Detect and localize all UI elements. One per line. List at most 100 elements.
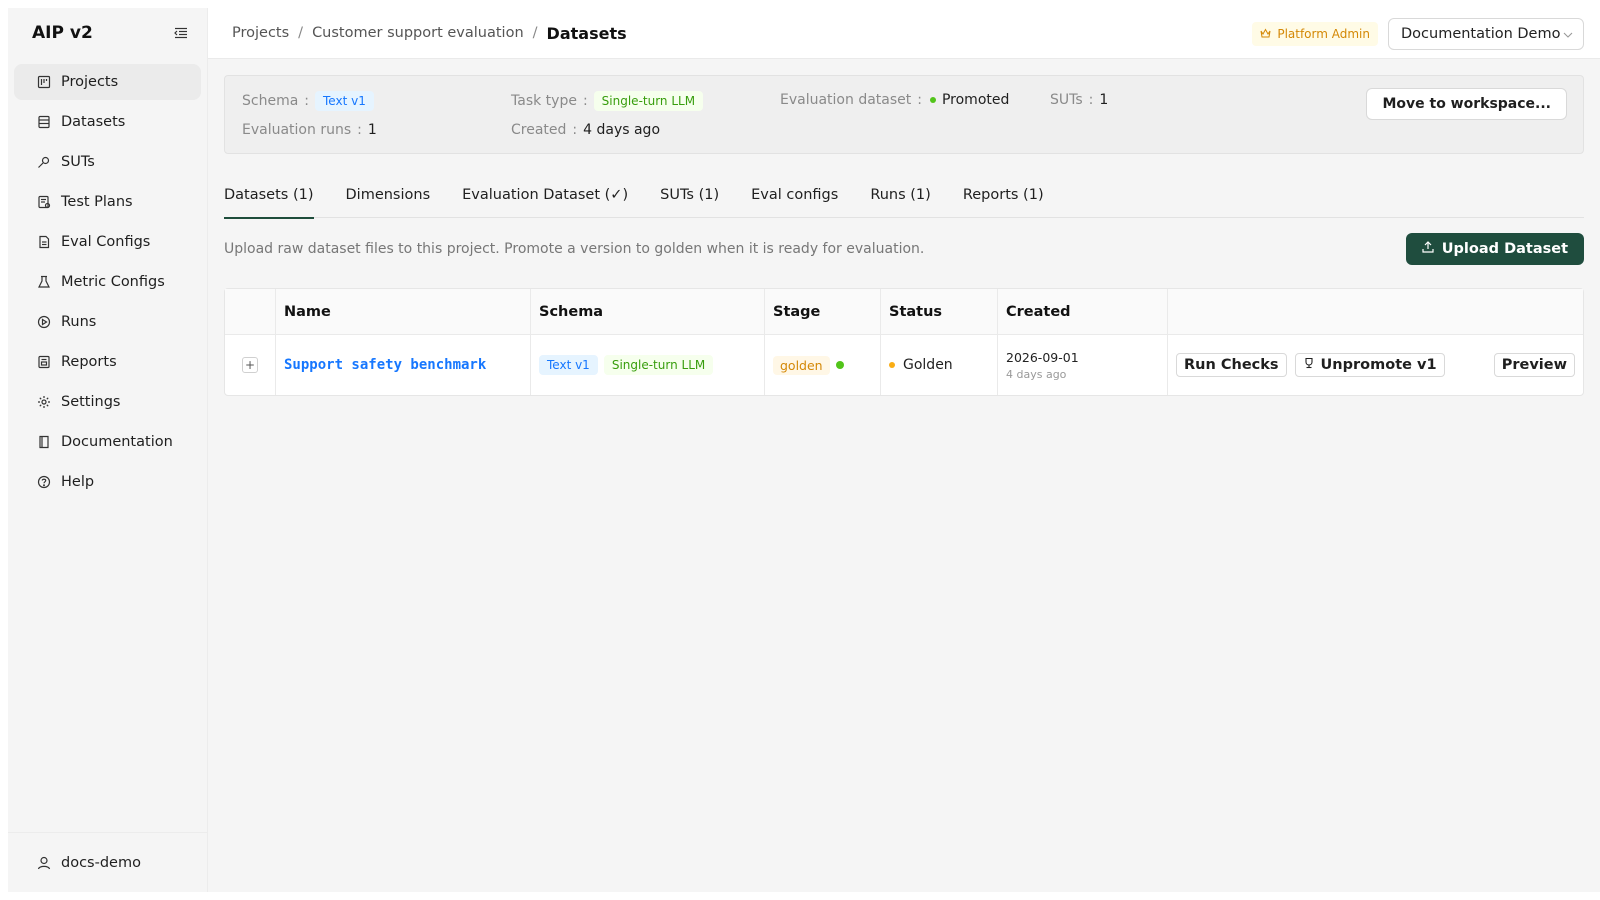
sidebar-item-runs[interactable]: Runs bbox=[14, 304, 201, 340]
summary-eval-dataset-value: Promoted bbox=[941, 92, 1010, 108]
tab-evaluation-dataset[interactable]: Evaluation Dataset (✓) bbox=[462, 176, 628, 218]
user-section: docs-demo bbox=[8, 832, 207, 892]
created-date: 2026-09-01 bbox=[1006, 349, 1079, 365]
breadcrumb-projects[interactable]: Projects bbox=[232, 25, 289, 41]
sidebar-item-label: Runs bbox=[61, 314, 97, 330]
breadcrumb-separator: / bbox=[298, 25, 304, 41]
label-colon: : bbox=[304, 93, 310, 109]
stage-status-dot bbox=[835, 361, 844, 369]
tab-datasets[interactable]: Datasets (1) bbox=[224, 176, 314, 219]
label-colon: : bbox=[582, 93, 588, 109]
column-header-status: Status bbox=[881, 289, 998, 334]
sidebar-item-settings[interactable]: Settings bbox=[14, 384, 201, 420]
tab-suts[interactable]: SUTs (1) bbox=[660, 176, 719, 218]
sidebar-item-label: Settings bbox=[61, 394, 121, 410]
workspace-select[interactable]: Documentation Demo bbox=[1388, 18, 1584, 50]
status-cell: Golden bbox=[881, 335, 998, 395]
upload-icon bbox=[1422, 241, 1434, 257]
stage-cell: golden bbox=[765, 335, 881, 395]
move-to-workspace-button[interactable]: Move to workspace... bbox=[1366, 88, 1567, 120]
dataset-name-link[interactable]: Support safety benchmark bbox=[284, 357, 486, 373]
page-content: Schema: Text v1 Task type: Single-turn L… bbox=[208, 59, 1600, 396]
column-header-actions bbox=[1168, 289, 1583, 334]
brand-header: AIP v2 bbox=[8, 8, 207, 58]
projects-icon bbox=[37, 75, 51, 89]
label-colon: : bbox=[572, 122, 578, 138]
test-plans-icon bbox=[37, 195, 51, 209]
sidebar-item-eval-configs[interactable]: Eval Configs bbox=[14, 224, 201, 260]
eval-configs-icon bbox=[37, 235, 51, 249]
user-icon bbox=[37, 856, 51, 870]
summary-suts-value: 1 bbox=[1099, 92, 1109, 108]
upload-dataset-button[interactable]: Upload Dataset bbox=[1405, 233, 1584, 265]
sidebar-item-label: Projects bbox=[61, 74, 119, 90]
collapse-sidebar-icon[interactable] bbox=[173, 26, 189, 40]
app-title: AIP v2 bbox=[32, 23, 93, 43]
tab-dimensions[interactable]: Dimensions bbox=[346, 176, 431, 218]
status-text: Golden bbox=[903, 357, 953, 373]
expand-row-icon[interactable]: + bbox=[242, 357, 258, 373]
label-colon: : bbox=[357, 122, 362, 138]
label-colon: : bbox=[917, 92, 922, 108]
suts-icon bbox=[37, 155, 51, 169]
preview-button[interactable]: Preview bbox=[1493, 353, 1575, 377]
summary-runs-value: 1 bbox=[367, 122, 377, 138]
book-icon bbox=[37, 435, 51, 449]
summary-runs: Evaluation runs: 1 bbox=[242, 122, 377, 138]
unpromote-label: Unpromote v1 bbox=[1320, 357, 1437, 373]
page-title: Datasets bbox=[546, 23, 627, 43]
datasets-description: Upload raw dataset files to this project… bbox=[224, 241, 925, 257]
schema-tag: Text v1 bbox=[315, 91, 374, 111]
schema-tag: Text v1 bbox=[539, 355, 598, 375]
reports-icon bbox=[37, 355, 51, 369]
breadcrumb-project[interactable]: Customer support evaluation bbox=[312, 25, 524, 41]
sidebar-item-label: SUTs bbox=[61, 154, 95, 170]
sidebar-item-help[interactable]: Help bbox=[14, 464, 201, 500]
datasets-toolbar: Upload raw dataset files to this project… bbox=[224, 218, 1584, 280]
sidebar-item-datasets[interactable]: Datasets bbox=[14, 104, 201, 140]
sidebar-item-projects[interactable]: Projects bbox=[14, 64, 201, 100]
sidebar-item-label: Metric Configs bbox=[61, 274, 165, 290]
sidebar-item-suts[interactable]: SUTs bbox=[14, 144, 201, 180]
name-cell: Support safety benchmark bbox=[276, 335, 531, 395]
sidebar-item-label: Reports bbox=[61, 354, 117, 370]
sidebar-item-label: Eval Configs bbox=[61, 234, 151, 250]
crown-icon bbox=[1260, 27, 1271, 41]
top-bar: Projects / Customer support evaluation /… bbox=[208, 8, 1600, 59]
sidebar-item-metric-configs[interactable]: Metric Configs bbox=[14, 264, 201, 300]
metric-configs-icon bbox=[37, 275, 51, 289]
summary-task-type: Task type: Single-turn LLM bbox=[511, 91, 704, 111]
sidebar-item-label: Help bbox=[61, 474, 95, 490]
user-menu[interactable]: docs-demo bbox=[14, 845, 201, 881]
label-colon: : bbox=[1088, 92, 1094, 108]
summary-eval-dataset-label: Evaluation dataset bbox=[780, 92, 912, 108]
task-type-tag: Single-turn LLM bbox=[603, 355, 714, 375]
sidebar-item-documentation[interactable]: Documentation bbox=[14, 424, 201, 460]
created-cell: 2026-09-01 4 days ago bbox=[998, 335, 1168, 395]
column-header-created: Created bbox=[998, 289, 1168, 334]
datasets-table: Name Schema Stage Status Created + Suppo… bbox=[224, 288, 1584, 396]
upload-dataset-label: Upload Dataset bbox=[1441, 241, 1568, 257]
trophy-icon bbox=[1303, 357, 1315, 373]
created-info: 2026-09-01 4 days ago bbox=[1006, 350, 1079, 381]
tab-eval-configs[interactable]: Eval configs bbox=[751, 176, 838, 218]
admin-badge-label: Platform Admin bbox=[1277, 27, 1370, 41]
column-header-schema: Schema bbox=[531, 289, 765, 334]
gear-icon bbox=[37, 395, 51, 409]
tab-reports[interactable]: Reports (1) bbox=[963, 176, 1044, 218]
datasets-icon bbox=[37, 115, 51, 129]
summary-created-value: 4 days ago bbox=[583, 122, 661, 138]
sidebar-item-test-plans[interactable]: Test Plans bbox=[14, 184, 201, 220]
summary-suts: SUTs: 1 bbox=[1050, 92, 1108, 108]
tab-runs[interactable]: Runs (1) bbox=[870, 176, 931, 218]
actions-cell: Run Checks Unpromote v1 Preview bbox=[1168, 335, 1583, 395]
sidebar-item-reports[interactable]: Reports bbox=[14, 344, 201, 380]
runs-icon bbox=[37, 315, 51, 329]
sidebar: AIP v2 Projects Datasets SUTs Test Plans… bbox=[8, 8, 208, 892]
unpromote-button[interactable]: Unpromote v1 bbox=[1294, 353, 1445, 377]
sidebar-item-label: Datasets bbox=[61, 114, 126, 130]
summary-suts-label: SUTs bbox=[1050, 92, 1083, 108]
breadcrumb: Projects / Customer support evaluation /… bbox=[232, 24, 627, 43]
run-checks-button[interactable]: Run Checks bbox=[1176, 353, 1287, 377]
project-tabs: Datasets (1) Dimensions Evaluation Datas… bbox=[224, 176, 1584, 219]
